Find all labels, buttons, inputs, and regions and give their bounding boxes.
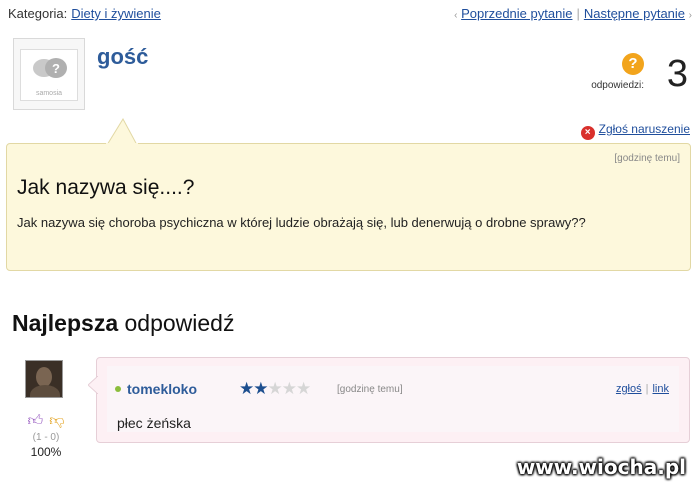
answer-report-link[interactable]: zgłoś: [616, 383, 642, 395]
actions-divider: |: [645, 383, 649, 395]
answerer-avatar[interactable]: [25, 360, 63, 398]
answers-label: odpowiedzi:: [591, 80, 644, 91]
answer-box: tomekloko ★★★★★ [godzinę temu] zgłoś | lin…: [88, 357, 690, 443]
prev-arrow-icon: ‹: [454, 10, 458, 21]
report-icon: ×: [580, 126, 595, 140]
answer-permalink[interactable]: link: [652, 383, 669, 395]
online-dot-icon: [115, 386, 121, 392]
prev-question-link[interactable]: Poprzednie pytanie: [461, 6, 572, 21]
answer-actions: zgłoś | link: [616, 383, 669, 395]
star-filled-icon: ★: [239, 379, 254, 398]
star-empty-icon: ★: [267, 379, 283, 398]
answer-text: płec żeńska: [117, 415, 191, 431]
avatar-face: [36, 367, 52, 387]
avatar-shoulders: [30, 385, 60, 397]
asker-name[interactable]: gość: [97, 44, 148, 70]
best-heading-rest: odpowiedź: [118, 310, 235, 336]
answer-votes: 👍︎ 👎︎ (1 - 0) 100%: [18, 412, 74, 459]
question-body: Jak nazywa się choroba psychiczna w któr…: [17, 215, 586, 230]
nav-divider: |: [576, 6, 580, 21]
answer-inner: tomekloko ★★★★★ [godzinę temu] zgłoś | lin…: [107, 366, 679, 432]
best-heading-bold: Najlepsza: [12, 310, 119, 336]
thumbs-up-icon[interactable]: 👍︎: [28, 412, 44, 430]
speech-tail: [106, 117, 138, 145]
question-box: [godzinę temu] Jak nazywa się....? Jak n…: [6, 117, 691, 271]
question-bubble-icon: ?: [622, 53, 644, 75]
star-filled-icon: ★: [253, 379, 268, 398]
asker-avatar[interactable]: ? samosia: [13, 38, 85, 110]
top-bar: Kategoria: Diety i żywienie ‹ Poprzednie …: [0, 0, 700, 26]
rating-stars: ★★★★★: [239, 379, 311, 399]
category: Kategoria: Diety i żywienie: [8, 6, 161, 21]
star-empty-icon: ★: [281, 379, 297, 398]
vote-buttons: 👍︎ 👎︎: [18, 412, 74, 430]
next-question-link[interactable]: Następne pytanie: [584, 6, 685, 21]
watermark: www.wiocha.pl: [516, 455, 686, 479]
answer-time: [godzinę temu]: [337, 384, 403, 395]
star-empty-icon: ★: [296, 379, 311, 398]
category-label: Kategoria:: [8, 6, 68, 21]
report-link[interactable]: Zgłoś naruszenie: [599, 122, 690, 136]
report-violation[interactable]: × Zgłoś naruszenie: [580, 122, 690, 140]
next-arrow-icon: ›: [688, 10, 692, 21]
answers-count: 3: [666, 53, 688, 95]
answer-tail: [88, 376, 98, 394]
question-nav: ‹ Poprzednie pytanie | Następne pytanie ›: [454, 6, 692, 21]
thumbs-down-icon[interactable]: 👎︎: [49, 412, 64, 430]
category-link[interactable]: Diety i żywienie: [71, 6, 161, 21]
svg-text:?: ?: [52, 61, 60, 76]
avatar-frame: ? samosia: [20, 49, 78, 101]
answers-counter: ? odpowiedzi: 3: [568, 50, 688, 94]
question-time: [godzinę temu]: [614, 153, 680, 164]
speech-bubbles-icon: ?: [33, 58, 67, 78]
votes-percent: 100%: [30, 445, 62, 459]
avatar-brand: samosia: [35, 90, 63, 97]
votes-ratio: (1 - 0): [32, 432, 60, 443]
question-title: Jak nazywa się....?: [17, 176, 195, 199]
best-answer-heading: Najlepsza odpowiedź: [12, 310, 234, 337]
answerer-name[interactable]: tomekloko: [127, 381, 197, 397]
